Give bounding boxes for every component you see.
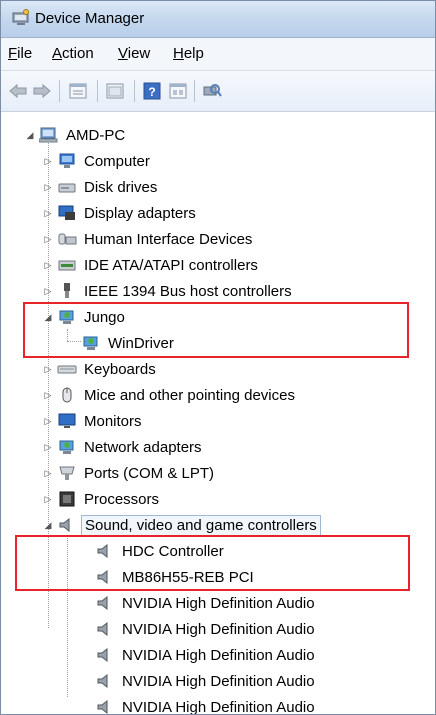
window-title: Device Manager bbox=[35, 10, 145, 27]
toolbar-separator bbox=[59, 80, 60, 102]
tree-label: IEEE 1394 Bus host controllers bbox=[84, 282, 292, 300]
ide-controller-icon bbox=[57, 256, 77, 274]
menu-view[interactable]: View bbox=[118, 45, 150, 62]
expand-triangle-icon[interactable]: ▷ bbox=[43, 364, 53, 374]
hid-icon bbox=[57, 230, 77, 248]
speaker-icon bbox=[95, 620, 115, 638]
menu-action[interactable]: Action bbox=[52, 45, 94, 62]
tree-label: Network adapters bbox=[84, 438, 202, 456]
tree-label: Mice and other pointing devices bbox=[84, 386, 295, 404]
mouse-icon bbox=[57, 386, 77, 404]
scan-hardware-changes-icon[interactable] bbox=[201, 80, 223, 102]
expand-triangle-icon[interactable]: ▷ bbox=[43, 416, 53, 426]
tree-item-mice[interactable]: ▷ Mice and other pointing devices bbox=[45, 382, 298, 408]
monitor-icon bbox=[57, 412, 77, 430]
tree-item-display-adapters[interactable]: ▷ Display adapters bbox=[45, 200, 199, 226]
expand-triangle-icon[interactable]: ▷ bbox=[43, 442, 53, 452]
menu-bar: File Action View Help bbox=[1, 38, 435, 71]
toolbar-separator bbox=[194, 80, 195, 102]
tree-label: NVIDIA High Definition Audio bbox=[122, 698, 315, 715]
tree-item-computer[interactable]: ▷ Computer bbox=[45, 148, 153, 174]
tree-label: NVIDIA High Definition Audio bbox=[122, 646, 315, 664]
network-adapter-icon bbox=[57, 438, 77, 456]
computer-icon bbox=[39, 126, 59, 144]
ieee1394-icon bbox=[57, 282, 77, 300]
collapse-triangle-icon[interactable]: ◢ bbox=[43, 520, 53, 530]
tree-label: NVIDIA High Definition Audio bbox=[122, 672, 315, 690]
tree-root-amd-pc[interactable]: ◢ AMD-PC bbox=[27, 122, 128, 148]
speaker-icon bbox=[95, 698, 115, 714]
tree-item-nvidia-audio[interactable]: NVIDIA High Definition Audio bbox=[81, 642, 318, 668]
speaker-icon bbox=[95, 594, 115, 612]
expand-triangle-icon[interactable]: ▷ bbox=[43, 208, 53, 218]
title-bar[interactable]: Device Manager bbox=[1, 1, 435, 38]
keyboard-icon bbox=[57, 360, 77, 378]
expand-triangle-icon[interactable]: ▷ bbox=[43, 468, 53, 478]
highlight-box-sound-devices bbox=[15, 535, 410, 591]
speaker-icon bbox=[95, 672, 115, 690]
device-manager-icon bbox=[11, 9, 31, 27]
expand-triangle-icon[interactable]: ▷ bbox=[43, 260, 53, 270]
tree-label: NVIDIA High Definition Audio bbox=[122, 594, 315, 612]
toolbar-separator bbox=[97, 80, 98, 102]
menu-help[interactable]: Help bbox=[173, 45, 204, 62]
svg-text:?: ? bbox=[148, 85, 155, 99]
tree-label: Sound, video and game controllers bbox=[81, 514, 321, 536]
computer-view-icon[interactable] bbox=[167, 80, 189, 102]
menu-file[interactable]: File bbox=[8, 45, 32, 62]
tree-item-processors[interactable]: ▷ Processors bbox=[45, 486, 162, 512]
tree-item-monitors[interactable]: ▷ Monitors bbox=[45, 408, 145, 434]
computer-icon bbox=[57, 152, 77, 170]
back-arrow-icon[interactable] bbox=[7, 80, 29, 102]
device-tree: ◢ AMD-PC ▷ Computer ▷ Disk drives ▷ Disp… bbox=[1, 113, 435, 714]
tree-label: Monitors bbox=[84, 412, 142, 430]
tree-label: IDE ATA/ATAPI controllers bbox=[84, 256, 258, 274]
expand-triangle-icon[interactable]: ▷ bbox=[43, 390, 53, 400]
tree-label: Computer bbox=[84, 152, 150, 170]
display-adapter-icon bbox=[57, 204, 77, 222]
toolbar-separator bbox=[134, 80, 135, 102]
help-icon[interactable]: ? bbox=[141, 80, 163, 102]
device-manager-window: Device Manager File Action View Help ? ◢… bbox=[0, 0, 436, 715]
tree-item-disk-drives[interactable]: ▷ Disk drives bbox=[45, 174, 160, 200]
tree-item-network-adapters[interactable]: ▷ Network adapters bbox=[45, 434, 205, 460]
expand-triangle-icon[interactable]: ▷ bbox=[43, 182, 53, 192]
collapse-triangle-icon[interactable]: ◢ bbox=[25, 130, 35, 140]
show-hide-console-tree-icon[interactable] bbox=[104, 80, 126, 102]
tree-item-nvidia-audio[interactable]: NVIDIA High Definition Audio bbox=[81, 616, 318, 642]
tree-label: Display adapters bbox=[84, 204, 196, 222]
tree-item-human-interface-devices[interactable]: ▷ Human Interface Devices bbox=[45, 226, 255, 252]
tree-item-ieee1394[interactable]: ▷ IEEE 1394 Bus host controllers bbox=[45, 278, 295, 304]
speaker-icon bbox=[57, 516, 77, 534]
toolbar: ? bbox=[1, 71, 435, 112]
tree-label: Keyboards bbox=[84, 360, 156, 378]
highlight-box-jungo bbox=[23, 302, 409, 358]
tree-label: Ports (COM & LPT) bbox=[84, 464, 215, 482]
tree-item-nvidia-audio[interactable]: NVIDIA High Definition Audio bbox=[81, 590, 318, 616]
tree-item-nvidia-audio[interactable]: NVIDIA High Definition Audio bbox=[81, 668, 318, 694]
tree-item-ide-controllers[interactable]: ▷ IDE ATA/ATAPI controllers bbox=[45, 252, 261, 278]
tree-label: AMD-PC bbox=[66, 126, 126, 144]
speaker-icon bbox=[95, 646, 115, 664]
tree-label: Processors bbox=[84, 490, 160, 508]
tree-item-keyboards[interactable]: ▷ Keyboards bbox=[45, 356, 159, 382]
disk-drive-icon bbox=[57, 178, 77, 196]
tree-label: NVIDIA High Definition Audio bbox=[122, 620, 315, 638]
tree-item-ports[interactable]: ▷ Ports (COM & LPT) bbox=[45, 460, 217, 486]
processor-icon bbox=[57, 490, 77, 508]
forward-arrow-icon[interactable] bbox=[31, 80, 53, 102]
properties-icon[interactable] bbox=[67, 80, 89, 102]
expand-triangle-icon[interactable]: ▷ bbox=[43, 286, 53, 296]
expand-triangle-icon[interactable]: ▷ bbox=[43, 494, 53, 504]
expand-triangle-icon[interactable]: ▷ bbox=[43, 234, 53, 244]
tree-label: Human Interface Devices bbox=[84, 230, 253, 248]
expand-triangle-icon[interactable]: ▷ bbox=[43, 156, 53, 166]
tree-item-nvidia-audio[interactable]: NVIDIA High Definition Audio bbox=[81, 694, 318, 715]
port-icon bbox=[57, 464, 77, 482]
tree-label: Disk drives bbox=[84, 178, 158, 196]
